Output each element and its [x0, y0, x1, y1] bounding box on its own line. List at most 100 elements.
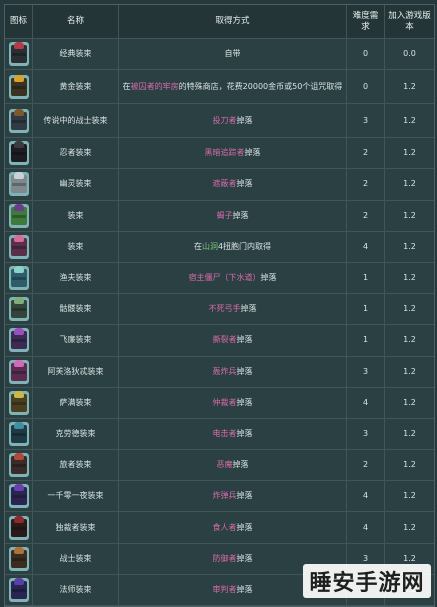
acquire-suffix: 掉落 [236, 491, 253, 501]
table-row: 渔夫装束 宿主僵尸（下水道）掉落 1 1.2 [5, 262, 434, 295]
outfit-difficulty: 3 [347, 356, 385, 387]
acquire-source-link[interactable]: 电击者 [213, 429, 237, 438]
outfit-icon-cell [5, 294, 33, 325]
outfit-acquire: 在被囚者的牢房的特殊商店，花费20000金币或50个诅咒取得 [119, 70, 347, 104]
acquire-prefix: 在 [193, 241, 202, 251]
table-row: 旅者装束 恶魔掉落 2 1.2 [5, 450, 434, 482]
outfit-acquire: 恶魔掉落 [119, 450, 347, 481]
outfit-icon [8, 390, 29, 415]
outfit-name: 战士装束 [33, 543, 119, 574]
acquire-prefix: 在 [122, 81, 131, 91]
outfit-difficulty: 2 [347, 200, 385, 231]
outfit-acquire: 电击者掉落 [119, 418, 347, 450]
outfit-version: 1.2 [403, 460, 416, 470]
outfit-icon [8, 515, 29, 540]
outfit-name: 经典装束 [33, 39, 119, 70]
outfit-icon [8, 484, 29, 509]
outfit-icon [8, 577, 29, 602]
acquire-source-link[interactable]: 被囚者的牢房 [131, 82, 179, 91]
acquire-source-link[interactable]: 蝎子 [217, 211, 233, 220]
outfit-version: 1.2 [403, 179, 416, 189]
acquire-source-link[interactable]: 撕裂者 [213, 335, 237, 344]
table-row: 幽灵装束 遮蔽者掉落 2 1.2 [5, 169, 434, 201]
outfit-acquire: 自带 [119, 39, 347, 70]
outfit-difficulty: 4 [347, 512, 385, 543]
outfit-difficulty: 1 [347, 325, 385, 356]
outfit-name: 克劳德装束 [33, 418, 119, 450]
table-row: 忍者装束 黑暗追踪者掉落 2 1.2 [5, 138, 434, 170]
acquire-prefix: 自带 [224, 49, 241, 59]
acquire-source-link[interactable]: 山洞 [202, 242, 218, 251]
outfit-version: 1.2 [403, 366, 416, 376]
outfit-icon-cell [5, 262, 33, 294]
outfit-icon [8, 172, 29, 197]
table-row: 装束 蝎子掉落 2 1.2 [5, 200, 434, 232]
acquire-source-link[interactable]: 宿主僵尸（下水道） [189, 273, 261, 282]
outfit-name: 法师装束 [33, 574, 119, 605]
outfit-difficulty: 4 [347, 387, 385, 418]
outfit-name: 黄金装束 [33, 70, 119, 104]
acquire-suffix: 掉落 [232, 460, 249, 470]
acquire-source-link[interactable]: 仲裁者 [213, 398, 237, 407]
acquire-source-link[interactable]: 炸弹兵 [213, 491, 237, 500]
acquire-suffix: 掉落 [236, 584, 253, 594]
outfit-name: 渔夫装束 [33, 262, 119, 294]
table-row: 阿芙洛狄忒装束 轰炸兵掉落 3 1.2 [5, 356, 434, 388]
outfit-acquire: 轰炸兵掉落 [119, 356, 347, 387]
outfit-acquire: 在山洞4扭胞门内取得 [119, 231, 347, 262]
acquire-source-link[interactable]: 遮蔽者 [213, 179, 237, 188]
outfit-icon [8, 74, 29, 99]
outfit-version: 1.2 [403, 397, 416, 407]
outfit-version: 1.2 [403, 241, 416, 251]
outfit-icon [8, 328, 29, 353]
outfit-icon [8, 108, 29, 133]
outfit-icon-cell [5, 138, 33, 169]
table-row: 黄金装束 在被囚者的牢房的特殊商店，花费20000金币或50个诅咒取得 0 1.2 [5, 70, 434, 105]
outfit-icon-cell [5, 231, 33, 262]
outfit-icon-cell [5, 512, 33, 543]
outfit-version: 1.2 [403, 115, 416, 125]
outfit-icon-cell [5, 70, 33, 104]
outfit-name: 幽灵装束 [33, 169, 119, 200]
outfit-name: 独裁者装束 [33, 512, 119, 543]
acquire-source-link[interactable]: 食人者 [213, 523, 237, 532]
table-row: 传说中的战士装束 投刀者掉落 3 1.2 [5, 104, 434, 139]
outfit-difficulty: 2 [347, 169, 385, 200]
outfit-name: 传说中的战士装束 [33, 104, 119, 138]
outfit-version: 1.2 [403, 491, 416, 501]
outfit-acquire: 遮蔽者掉落 [119, 169, 347, 200]
outfit-difficulty: 3 [347, 418, 385, 450]
outfit-icon [8, 42, 29, 67]
acquire-source-link[interactable]: 轰炸兵 [213, 367, 237, 376]
outfit-icon [8, 453, 29, 478]
table-row: 克劳德装束 电击者掉落 3 1.2 [5, 418, 434, 451]
outfit-icon [8, 297, 29, 322]
acquire-source-link[interactable]: 黑暗追踪者 [205, 148, 245, 157]
acquire-source-link[interactable]: 审判者 [213, 585, 237, 594]
outfit-name: 旅者装束 [33, 450, 119, 481]
acquire-suffix: 掉落 [236, 179, 253, 189]
outfit-acquire: 黑暗追踪者掉落 [119, 138, 347, 169]
outfit-icon [8, 203, 29, 228]
outfit-acquire: 不死弓手掉落 [119, 294, 347, 325]
outfit-name: 一千零一夜装束 [33, 481, 119, 512]
table-header: 图标 名称 取得方式 难度需求 加入游戏版本 [5, 5, 434, 39]
acquire-source-link[interactable]: 投刀者 [213, 116, 237, 125]
acquire-source-link[interactable]: 不死弓手 [209, 304, 241, 313]
outfit-icon [8, 546, 29, 571]
table-row: 装束 在山洞4扭胞门内取得 4 1.2 [5, 231, 434, 263]
outfit-difficulty: 0 [347, 39, 385, 70]
acquire-source-link[interactable]: 防御者 [213, 554, 237, 563]
outfit-difficulty: 2 [347, 450, 385, 481]
outfit-version: 1.2 [403, 304, 416, 314]
acquire-suffix: 掉落 [232, 210, 249, 220]
outfit-icon-cell [5, 356, 33, 387]
acquire-suffix: 掉落 [244, 148, 261, 158]
header-name: 名称 [33, 5, 119, 38]
acquire-suffix: 掉落 [236, 335, 253, 345]
table-row: 独裁者装束 食人者掉落 4 1.2 [5, 512, 434, 544]
outfit-icon [8, 421, 29, 446]
outfit-version: 0.0 [403, 49, 416, 59]
acquire-source-link[interactable]: 恶魔 [217, 460, 233, 469]
outfit-icon [8, 359, 29, 384]
